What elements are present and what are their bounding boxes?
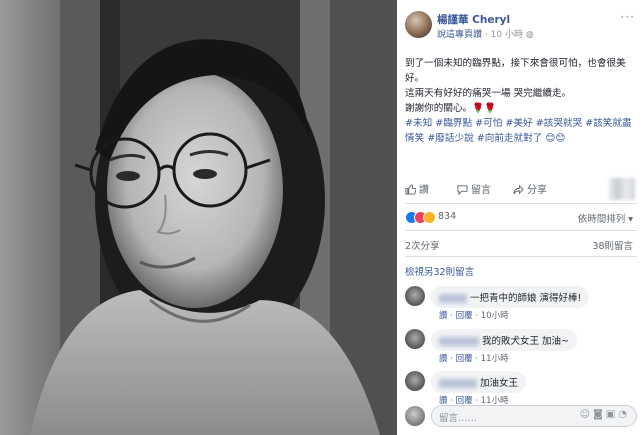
post-hashtags[interactable]: #未知 #臨界點 #可怕 #美好 #該哭就哭 #該笑就盡情笑 #廢話少說 #向前… xyxy=(405,116,635,146)
comment-reply-link[interactable]: 回覆 xyxy=(456,354,473,364)
page-like-link[interactable]: 說這專頁讚 xyxy=(437,30,482,40)
commenter-name-blurred[interactable] xyxy=(439,337,479,346)
comment-reply-link[interactable]: 回覆 xyxy=(456,311,473,321)
like-button[interactable]: 讚 xyxy=(405,181,429,196)
reactions-row[interactable]: 834 依時間排列 ▾ xyxy=(405,210,637,226)
comment-actions: 讚 · 回覆 · 10小時 xyxy=(439,311,509,321)
author-name-row: 楊謹華 Cheryl xyxy=(437,12,510,27)
view-more-comments-link[interactable]: 檢視另32則留言 xyxy=(405,264,474,278)
commenter-avatar[interactable] xyxy=(405,286,425,306)
post-side-panel: 楊謹華 Cheryl 說這專頁讚 · 10 小時 ◍ ··· 到了一個未知的臨界… xyxy=(397,0,644,435)
gif-icon[interactable]: ▣ xyxy=(606,409,618,420)
comment-button[interactable]: 留言 xyxy=(457,181,491,196)
share-button[interactable]: 分享 xyxy=(513,181,547,196)
share-label: 分享 xyxy=(527,185,547,196)
comment-bubble: 加油女王 xyxy=(431,371,527,393)
like-label: 讚 xyxy=(419,185,429,196)
comment-label: 留言 xyxy=(471,185,491,196)
comment-like-link[interactable]: 讚 xyxy=(439,311,448,321)
comment-text: 加油女王 xyxy=(480,378,519,389)
comment-count[interactable]: 38則留言 xyxy=(592,238,633,252)
comment-sort-dropdown[interactable]: 依時間排列 ▾ xyxy=(578,211,633,225)
post-line-3: 謝謝你的關心。🌹🌹 xyxy=(405,103,497,114)
stats-row: 2次分享 38則留言 xyxy=(405,238,637,252)
my-avatar xyxy=(405,406,425,426)
divider xyxy=(405,203,637,204)
post-header: 楊謹華 Cheryl 說這專頁讚 · 10 小時 ◍ ··· xyxy=(405,8,637,40)
post-actions-bar: 讚 留言 分享 xyxy=(405,178,637,200)
comment-time: 11小時 xyxy=(480,354,509,364)
post-text: 到了一個未知的臨界點，接下來會很可怕，也會很美好。 這兩天有好好的痛哭一場 哭完… xyxy=(405,56,635,146)
wow-reaction-icon xyxy=(423,211,436,224)
post-meta: 說這專頁讚 · 10 小時 ◍ xyxy=(437,27,534,40)
globe-icon: ◍ xyxy=(525,30,534,40)
comment-actions: 讚 · 回覆 · 11小時 xyxy=(439,354,509,364)
sticker-icon[interactable]: ◔ xyxy=(618,409,630,420)
comment-input[interactable]: 留言…… ☺◙▣◔ xyxy=(431,405,637,427)
post-photo[interactable] xyxy=(0,0,397,435)
comment-text: 我的敗犬女王 加油~ xyxy=(482,336,569,347)
more-options-icon[interactable]: ··· xyxy=(621,10,635,24)
share-icon xyxy=(513,184,524,195)
share-count[interactable]: 2次分享 xyxy=(405,241,440,252)
comment-bubble: 我的敗犬女王 加油~ xyxy=(431,329,577,351)
comment-bubble: 一把青中的師娘 演得好棒! xyxy=(431,286,590,308)
comment-text: 一把青中的師娘 演得好棒! xyxy=(470,293,582,304)
commenter-name-blurred[interactable] xyxy=(439,379,477,388)
photo-image xyxy=(0,0,397,435)
reaction-count[interactable]: 834 xyxy=(438,211,456,222)
commenter-avatar[interactable] xyxy=(405,371,425,391)
divider xyxy=(405,230,637,231)
post-line-1: 到了一個未知的臨界點，接下來會很可怕，也會很美好。 xyxy=(405,58,626,84)
post-line-2: 這兩天有好好的痛哭一場 哭完繼續走。 xyxy=(405,88,572,99)
composer-tools: ☺◙▣◔ xyxy=(580,409,630,420)
divider xyxy=(405,256,637,257)
camera-icon[interactable]: ◙ xyxy=(593,409,606,420)
author-avatar[interactable] xyxy=(405,11,432,38)
comment-icon xyxy=(457,185,468,195)
comment-composer: 留言…… ☺◙▣◔ xyxy=(405,405,637,427)
emoji-icon[interactable]: ☺ xyxy=(580,409,593,420)
thumbs-up-icon xyxy=(405,184,416,195)
author-name[interactable]: 楊謹華 Cheryl xyxy=(437,14,510,26)
post-time[interactable]: 10 小時 xyxy=(491,30,523,40)
comment-like-link[interactable]: 讚 xyxy=(439,354,448,364)
comment-time: 10小時 xyxy=(480,311,509,321)
comment-input-placeholder: 留言…… xyxy=(439,413,478,424)
commenter-name-blurred[interactable] xyxy=(439,294,467,303)
commenter-avatar[interactable] xyxy=(405,329,425,349)
viewer-avatar-blurred[interactable] xyxy=(609,178,635,200)
